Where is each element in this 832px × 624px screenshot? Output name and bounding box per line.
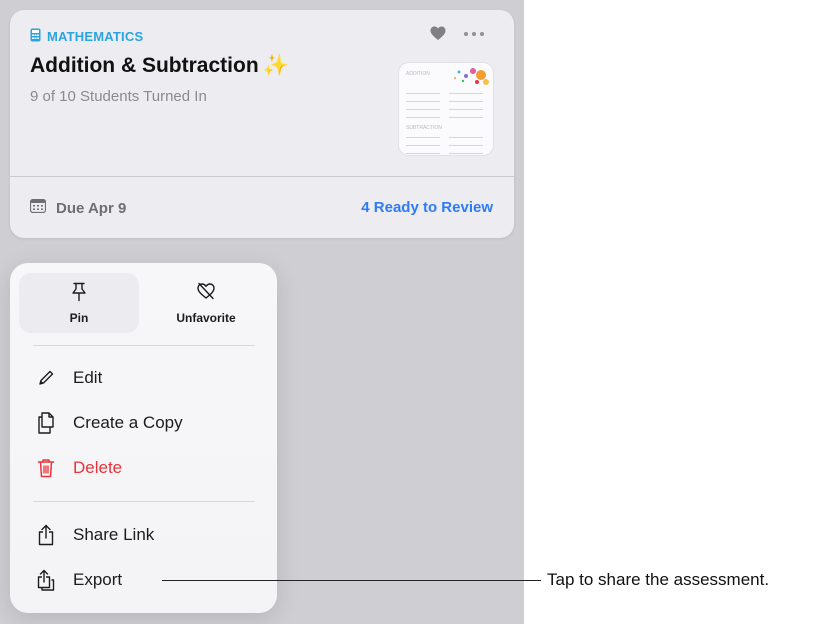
calendar-icon: [29, 198, 47, 217]
assignment-title: Addition & Subtraction ✨: [30, 54, 289, 78]
export-icon: [34, 568, 58, 592]
sparkles-emoji: ✨: [262, 54, 289, 77]
menu-divider: [33, 345, 255, 346]
unfavorite-button[interactable]: Unfavorite: [146, 273, 266, 333]
share-icon: [34, 523, 58, 547]
create-copy-menu-item[interactable]: Create a Copy: [34, 408, 183, 438]
delete-label: Delete: [73, 458, 123, 477]
card-divider: [10, 176, 514, 177]
pin-icon: [71, 282, 87, 307]
create-copy-label: Create a Copy: [73, 413, 183, 432]
assignment-card[interactable]: MATHEMATICS Addition & Subtraction ✨ 9 of…: [10, 10, 514, 238]
context-menu: Pin Unfavorite Edit Create a Copy Delete…: [10, 263, 277, 613]
share-link-menu-item[interactable]: Share Link: [34, 520, 154, 550]
calculator-icon: [30, 28, 41, 45]
edit-menu-item[interactable]: Edit: [34, 363, 102, 393]
due-date: Due Apr 9: [29, 198, 127, 217]
export-menu-item[interactable]: Export: [34, 565, 122, 595]
more-options-icon[interactable]: [464, 26, 484, 42]
thumb-section-addition: ADDITION: [406, 71, 430, 77]
callout-text: Tap to share the assessment.: [547, 570, 770, 589]
ready-to-review-link[interactable]: 4 Ready to Review: [361, 199, 493, 216]
menu-divider: [33, 501, 255, 502]
confetti-decoration: [454, 68, 489, 85]
assignment-title-text: Addition & Subtraction: [30, 54, 259, 77]
subject-label: MATHEMATICS: [30, 28, 143, 45]
turned-in-status: 9 of 10 Students Turned In: [30, 88, 207, 105]
unfavorite-label: Unfavorite: [176, 311, 236, 325]
edit-label: Edit: [73, 368, 103, 387]
subject-text: MATHEMATICS: [47, 29, 144, 44]
trash-icon: [34, 456, 58, 480]
heart-slash-icon: [196, 282, 216, 305]
due-date-text: Due Apr 9: [56, 199, 127, 217]
export-label: Export: [73, 570, 123, 589]
callout-line: [162, 580, 541, 581]
pin-button[interactable]: Pin: [19, 273, 139, 333]
pin-label: Pin: [69, 311, 89, 325]
heart-icon[interactable]: [430, 26, 446, 46]
share-link-label: Share Link: [73, 525, 155, 544]
pencil-icon: [34, 366, 58, 390]
thumb-section-subtraction: SUBTRACTION: [406, 125, 442, 131]
delete-menu-item[interactable]: Delete: [34, 453, 122, 483]
assignment-thumbnail: ADDITION SUBTRACTION: [399, 63, 493, 155]
copy-icon: [34, 411, 58, 435]
